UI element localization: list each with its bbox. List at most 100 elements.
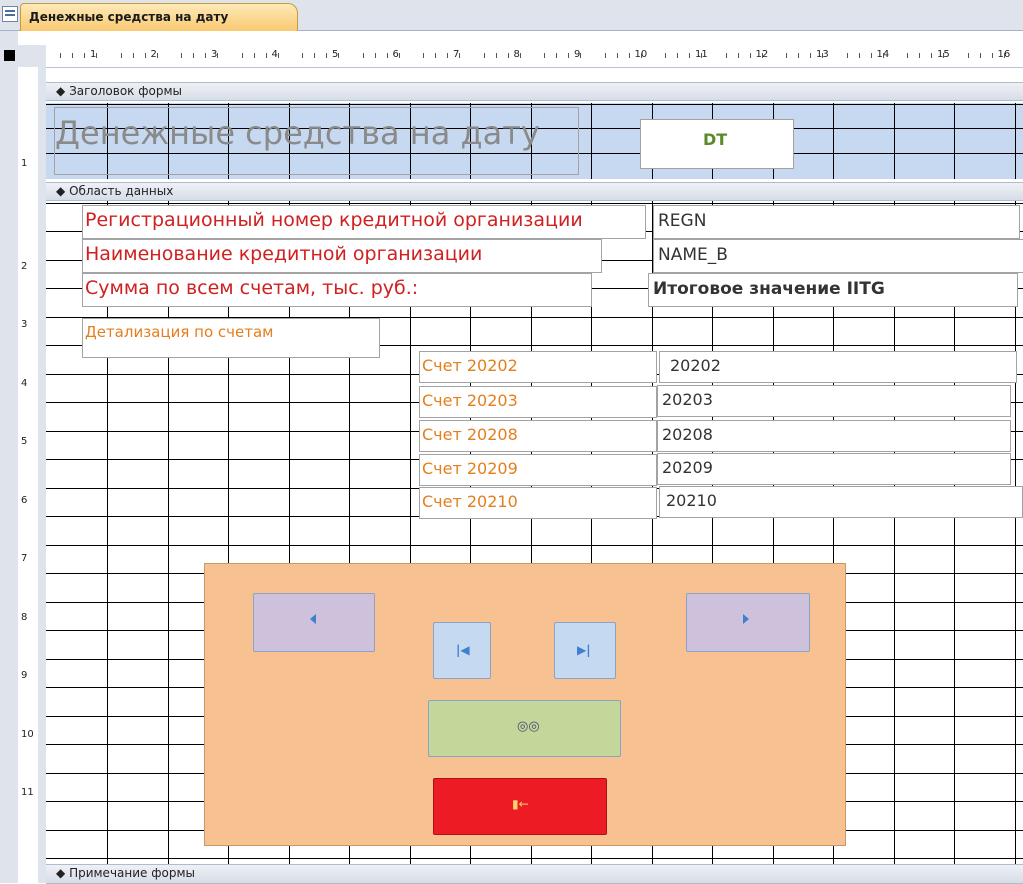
form-title-label[interactable]: Денежные средства на дату <box>54 107 579 175</box>
regn-label[interactable]: Регистрационный номер кредитной организа… <box>82 205 646 239</box>
exit-form-button[interactable]: ▮← <box>433 778 607 835</box>
grid-line <box>46 104 1023 105</box>
ruler-tick <box>507 53 509 58</box>
account-label-text: Счет 20210 <box>422 492 518 511</box>
sum-field[interactable]: Итоговое значение IITG <box>648 273 1018 307</box>
ruler-tick <box>701 53 702 58</box>
date-field[interactable]: DT <box>640 119 794 169</box>
detail-by-accounts-label[interactable]: Детализация по счетам <box>82 318 380 358</box>
left-record-selector-bar <box>0 30 18 883</box>
ruler-tick <box>132 53 134 58</box>
ruler-mark: 2 <box>21 260 28 272</box>
regn-field-text: REGN <box>658 211 707 231</box>
ruler-tick <box>556 53 557 58</box>
ruler-tick <box>60 53 61 58</box>
ruler-tick <box>193 53 194 58</box>
horizontal-ruler: 12345678910111213141516 <box>46 45 1023 68</box>
find-record-button[interactable]: ◎◎ <box>428 700 621 757</box>
account-field-text: 20210 <box>666 491 717 510</box>
sum-label[interactable]: Сумма по всем счетам, тыс. руб.: <box>82 273 592 307</box>
ruler-tick <box>798 53 799 58</box>
ruler-tick <box>217 53 218 58</box>
account-label[interactable]: Счет 20202 <box>419 351 657 383</box>
ruler-tick <box>580 53 581 58</box>
ruler-tick <box>459 53 460 58</box>
ruler-tick <box>967 53 969 58</box>
navigation-panel: |◀ ▶| ◎◎ ▮← <box>204 563 846 846</box>
name-label[interactable]: Наименование кредитной организации <box>82 239 602 273</box>
date-field-text: DT <box>703 130 728 149</box>
form-title-text: Денежные средства на дату <box>55 114 540 152</box>
ruler-tick <box>277 53 279 58</box>
ruler-tick <box>737 53 739 58</box>
ruler-tick <box>96 53 97 58</box>
account-label-text: Счет 20209 <box>422 459 518 478</box>
ruler-tick <box>386 53 388 58</box>
last-record-button[interactable]: ▶| <box>554 622 616 679</box>
account-field-text: 20202 <box>670 356 721 375</box>
sum-field-text: Итоговое значение IITG <box>653 279 885 299</box>
detail-by-accounts-label-text: Детализация по счетам <box>85 323 274 341</box>
sum-label-text: Сумма по всем счетам, тыс. руб.: <box>85 277 419 299</box>
collapse-arrow-icon: ◆ <box>56 866 66 880</box>
ruler-tick <box>362 53 364 58</box>
ruler-tick <box>84 53 85 58</box>
account-field[interactable]: 20202 <box>659 351 1017 383</box>
account-field[interactable]: 20208 <box>657 420 1011 452</box>
detail-section-bar[interactable]: ◆ Область данных <box>46 182 1023 201</box>
ruler-tick <box>931 53 932 58</box>
ruler-tick <box>519 53 521 58</box>
first-record-button[interactable]: |◀ <box>433 622 491 679</box>
ruler-tick <box>991 53 993 58</box>
account-label[interactable]: Счет 20209 <box>419 454 657 486</box>
account-label[interactable]: Счет 20203 <box>419 386 657 418</box>
ruler-tick <box>846 53 848 58</box>
regn-field[interactable]: REGN <box>653 205 1020 239</box>
name-field-text: NAME_B <box>658 245 728 265</box>
ruler-tick <box>181 53 182 58</box>
regn-label-text: Регистрационный номер кредитной организа… <box>85 209 583 231</box>
ruler-tick <box>265 53 267 58</box>
collapse-arrow-icon: ◆ <box>56 84 66 98</box>
account-label[interactable]: Счет 20210 <box>419 487 657 519</box>
form-selector-square[interactable] <box>4 50 15 61</box>
ruler-tick <box>156 53 158 58</box>
previous-record-button[interactable] <box>253 593 375 652</box>
form-footer-section-bar[interactable]: ◆ Примечание формы <box>46 864 1023 884</box>
ruler-tick <box>338 53 339 58</box>
ruler-tick <box>943 53 944 58</box>
ruler-mark: 5 <box>21 436 28 447</box>
collapse-arrow-icon: ◆ <box>56 184 66 198</box>
next-record-button[interactable] <box>686 593 810 652</box>
section-selector-strip[interactable] <box>38 67 46 883</box>
account-label-text: Счет 20208 <box>422 425 518 444</box>
account-field[interactable]: 20209 <box>657 453 1011 485</box>
ruler-tick <box>72 53 73 58</box>
name-field[interactable]: NAME_B <box>653 239 1023 273</box>
ruler-tick <box>326 53 327 58</box>
ruler-tick <box>314 53 315 58</box>
ruler-tick <box>604 53 606 58</box>
account-field[interactable]: 20210 <box>659 486 1023 518</box>
ruler-gap <box>18 45 46 67</box>
detail-area: Регистрационный номер кредитной организа… <box>46 201 1023 864</box>
detail-section-label: Область данных <box>69 184 174 198</box>
ruler-mark: 8 <box>21 611 28 623</box>
grid-line <box>954 103 955 179</box>
ruler-tick <box>822 53 823 58</box>
grid-line <box>833 103 834 179</box>
ruler-mark: 11 <box>21 787 34 798</box>
ruler-tick <box>483 53 485 58</box>
account-field-text: 20203 <box>662 390 713 409</box>
ruler-tick <box>677 53 678 58</box>
account-label[interactable]: Счет 20208 <box>419 420 657 452</box>
ruler-mark: 9 <box>21 670 28 681</box>
ruler-tick <box>882 53 884 58</box>
grid-line <box>591 103 592 179</box>
document-tab[interactable]: Денежные средства на дату <box>20 3 298 31</box>
ruler-tick <box>786 53 787 58</box>
account-field[interactable]: 20203 <box>657 385 1011 417</box>
form-header-section-bar[interactable]: ◆ Заголовок формы <box>46 82 1023 101</box>
ruler-tick <box>907 53 908 58</box>
document-tab-label: Денежные средства на дату <box>29 10 229 24</box>
